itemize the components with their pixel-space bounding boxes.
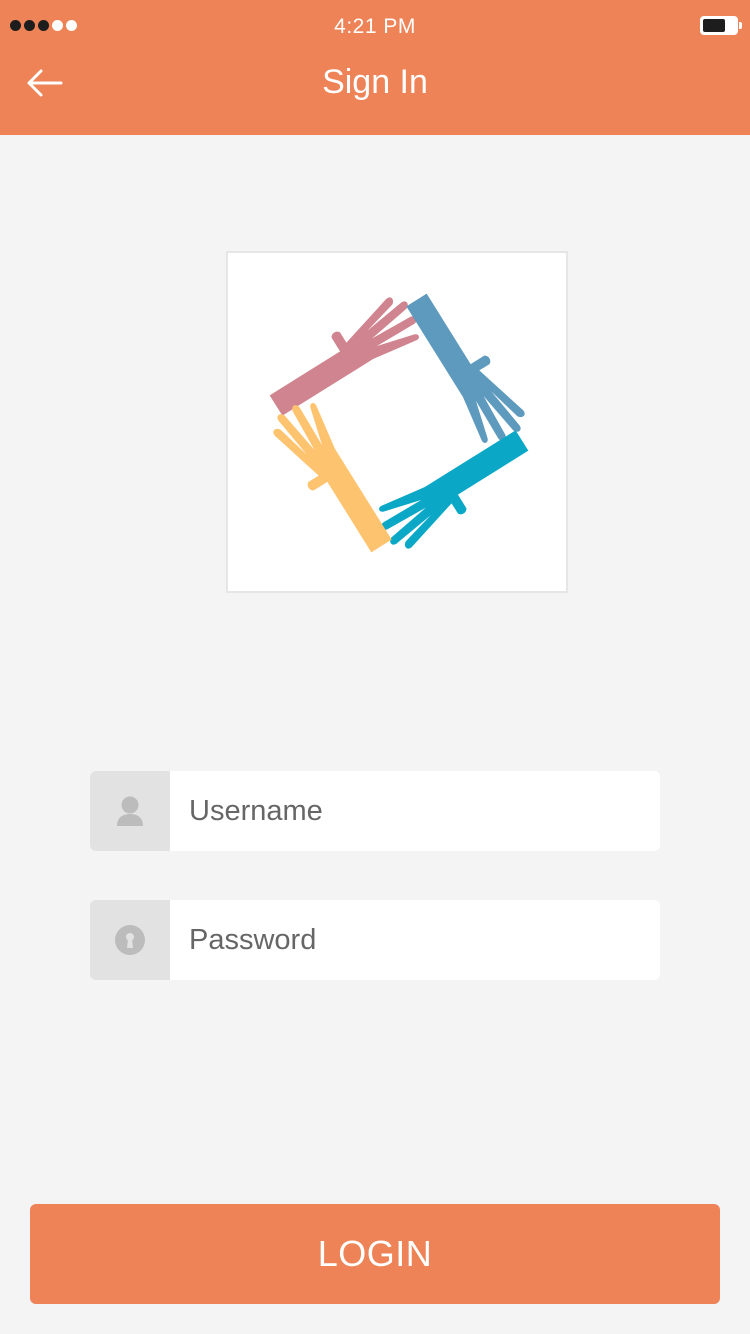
username-field[interactable]	[90, 771, 660, 851]
keyhole-icon	[115, 925, 145, 955]
sign-in-screen: 4:21 PM Sign In Username LOGIN	[0, 0, 750, 1334]
four-hands-logo	[269, 293, 529, 553]
app-logo	[226, 251, 568, 593]
status-bar: 4:21 PM	[0, 0, 750, 54]
battery-icon	[700, 16, 742, 35]
status-time: 4:21 PM	[334, 15, 416, 38]
password-input[interactable]	[170, 900, 660, 980]
password-icon-box	[90, 900, 170, 980]
login-button[interactable]: LOGIN	[30, 1204, 720, 1304]
yellow-hand	[273, 403, 392, 553]
header-bar: 4:21 PM Sign In	[0, 0, 750, 135]
user-icon	[117, 796, 143, 826]
password-field[interactable]	[90, 900, 660, 980]
teal-hand	[379, 430, 529, 549]
pink-hand	[269, 297, 419, 416]
username-input[interactable]	[170, 771, 660, 851]
username-icon-box	[90, 771, 170, 851]
blue-hand	[406, 293, 525, 443]
battery-level	[703, 19, 726, 32]
page-title: Sign In	[322, 63, 428, 101]
